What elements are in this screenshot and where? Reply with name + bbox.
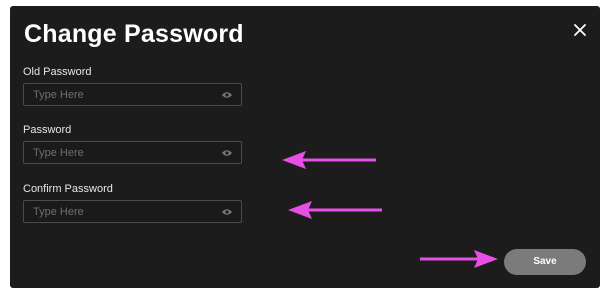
eye-icon[interactable]: [221, 148, 233, 158]
password-input[interactable]: [24, 142, 223, 163]
annotation-arrow-confirm-password: [288, 201, 382, 219]
old-password-input[interactable]: [24, 84, 223, 105]
annotation-arrow-password: [282, 151, 376, 169]
close-button[interactable]: [570, 20, 590, 40]
eye-icon[interactable]: [221, 207, 233, 217]
old-password-field: [23, 83, 242, 106]
confirm-password-label: Confirm Password: [23, 183, 113, 195]
password-field: [23, 141, 242, 164]
confirm-password-field: [23, 200, 242, 223]
dialog-title: Change Password: [24, 20, 244, 48]
save-button[interactable]: Save: [504, 249, 586, 275]
change-password-dialog: Change Password Old Password Password Co…: [10, 6, 600, 288]
confirm-password-input[interactable]: [24, 201, 223, 222]
old-password-label: Old Password: [23, 66, 92, 78]
eye-icon[interactable]: [221, 90, 233, 100]
annotation-arrow-save: [420, 250, 498, 268]
password-label: Password: [23, 124, 72, 136]
close-icon: [574, 24, 586, 36]
